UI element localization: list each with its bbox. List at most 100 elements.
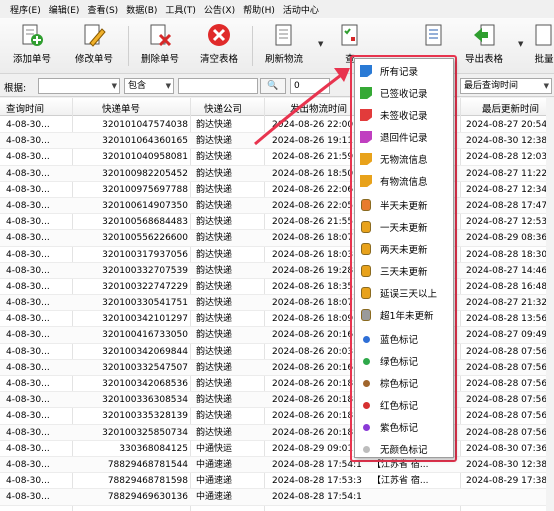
cell-courier: 中通快运 bbox=[196, 443, 233, 454]
menu-program[interactable]: 程序(E) bbox=[10, 3, 41, 16]
clear-table-button[interactable]: 清空表格 bbox=[189, 22, 249, 65]
cell-query-time: 4-08-30... bbox=[6, 120, 50, 130]
dropdown-item-label: 无颜色标记 bbox=[380, 445, 428, 456]
dropdown-item[interactable]: 蓝色标记 bbox=[359, 329, 453, 349]
table-row[interactable]: 4-08-30... 320100335328139 韵达快递 2024-08-26 … bbox=[0, 408, 554, 425]
menu-help[interactable]: 帮助(H) bbox=[243, 3, 275, 16]
cell-courier: 韵达快递 bbox=[196, 265, 233, 276]
dropdown-item-label: 超1年未更新 bbox=[380, 311, 434, 322]
export-dropdown-icon[interactable]: ▼ bbox=[518, 40, 523, 48]
red-dot bbox=[359, 398, 373, 412]
cell-last-update: 2024-08-27 20:54: bbox=[466, 120, 551, 130]
dropdown-item[interactable]: 已签收记录 bbox=[359, 83, 453, 103]
table-row[interactable]: 4-08-30... 320100332547507 韵达快递 2024-08-26 … bbox=[0, 359, 554, 376]
cell-last-update: 2024-08-28 12:03: bbox=[466, 152, 551, 163]
cell-last-update: 2024-08-27 11:22: bbox=[466, 168, 551, 179]
dropdown-item[interactable]: 退回件记录 bbox=[359, 127, 453, 147]
table-row[interactable]: 4-08-30... 320100322747229 韵达快递 2024-08-26 … bbox=[0, 279, 554, 296]
col-last-update[interactable]: 最后更新时间 bbox=[482, 101, 539, 115]
edit-button[interactable]: 修改单号 bbox=[64, 22, 124, 65]
dropdown-item[interactable]: 无颜色标记 bbox=[359, 439, 453, 459]
dropdown-item[interactable]: 紫色标记 bbox=[359, 417, 453, 437]
has-logistics-icon bbox=[359, 174, 373, 188]
add-button[interactable]: 添加单号 bbox=[2, 22, 62, 65]
table-row[interactable]: 4-08-30... 320100982205452 韵达快递 2024-08-26 … bbox=[0, 165, 554, 182]
table-row[interactable]: 4-08-30... 320100568684483 韵达快递 2024-08-26 … bbox=[0, 214, 554, 231]
cell-query-time: 4-08-30... bbox=[6, 281, 50, 292]
dropdown-item[interactable]: 未签收记录 bbox=[359, 105, 453, 125]
dropdown-item[interactable]: 三天未更新 bbox=[359, 261, 453, 281]
cell-courier: 韵达快递 bbox=[196, 184, 233, 195]
dropdown-item[interactable]: 棕色标记 bbox=[359, 373, 453, 393]
cell-courier: 韵达快递 bbox=[196, 200, 233, 211]
dropdown-item[interactable]: 无物流信息 bbox=[359, 149, 453, 169]
menu-view[interactable]: 查看(S) bbox=[87, 3, 118, 16]
all-records-icon bbox=[359, 64, 373, 78]
cell-courier: 中通速递 bbox=[196, 459, 233, 470]
filter-field-select[interactable]: ▼ bbox=[38, 78, 120, 94]
table-row[interactable]: 4-08-30... 78829468781598 中通速递 2024-08-28 1… bbox=[0, 473, 554, 490]
cell-send-time: 2024-08-26 22:06 bbox=[272, 184, 354, 195]
sort-by-select[interactable]: 最后查询时间 ▼ bbox=[460, 78, 552, 94]
dropdown-item[interactable]: 有物流信息 bbox=[359, 171, 453, 191]
filter-by-label: 根据: bbox=[4, 83, 27, 94]
dropdown-item[interactable]: 绿色标记 bbox=[359, 351, 453, 371]
table-row[interactable]: 4-08-30... 320100416733050 韵达快递 2024-08-26 … bbox=[0, 327, 554, 344]
dropdown-item[interactable]: 一天未更新 bbox=[359, 217, 453, 237]
dropdown-item-label: 一天未更新 bbox=[380, 223, 428, 234]
cell-courier: 韵达快递 bbox=[196, 281, 233, 292]
batch-icon bbox=[531, 22, 554, 48]
table-row[interactable]: 4-08-30... 320100342068536 韵达快递 2024-08-26 … bbox=[0, 376, 554, 393]
export-table-button[interactable]: 导出表格 bbox=[454, 22, 514, 65]
table-row[interactable]: 4-08-30... 320100975697788 韵达快递 2024-08-26 … bbox=[0, 182, 554, 198]
table-scrollbar[interactable] bbox=[546, 98, 554, 511]
cell-send-time: 2024-08-26 22:05 bbox=[272, 200, 354, 211]
cell-last-update: 2024-08-27 09:49: bbox=[466, 330, 551, 341]
menu-tools[interactable]: 工具(T) bbox=[165, 3, 196, 16]
cell-send-time: 2024-08-26 18:50 bbox=[272, 168, 354, 179]
blue-dot bbox=[359, 332, 373, 346]
cell-send-time: 2024-08-28 17:54:12 bbox=[272, 492, 362, 503]
cell-query-time: 4-08-30... bbox=[6, 492, 50, 503]
menu-notice[interactable]: 公告(X) bbox=[204, 3, 235, 16]
col-tracking-no[interactable]: 快递单号 bbox=[102, 101, 140, 115]
dropdown-item-label: 延误三天以上 bbox=[380, 289, 438, 300]
col-query-time[interactable]: 查询时间 bbox=[6, 101, 44, 115]
table-row[interactable]: 4-08-30... 320100614907350 韵达快递 2024-08-26 … bbox=[0, 197, 554, 215]
dropdown-item[interactable]: 两天未更新 bbox=[359, 239, 453, 259]
menu-data[interactable]: 数据(B) bbox=[126, 3, 157, 16]
table-row[interactable]: 4-08-30... 320100336308534 韵达快递 2024-08-26 … bbox=[0, 392, 554, 409]
cell-send-time: 2024-08-26 20:18 bbox=[272, 395, 354, 406]
table-row[interactable]: 4-08-30... 320100556226600 韵达快递 2024-08-26 … bbox=[0, 230, 554, 247]
table-row[interactable]: 4-08-30... 320100330541751 韵达快递 2024-08-26 … bbox=[0, 295, 554, 312]
dropdown-item-label: 有物流信息 bbox=[380, 177, 428, 188]
menu-edit[interactable]: 编辑(E) bbox=[49, 3, 80, 16]
menu-activity[interactable]: 活动中心 bbox=[283, 3, 319, 16]
delete-button[interactable]: 删除单号 bbox=[130, 22, 190, 65]
cell-courier: 韵达快递 bbox=[196, 168, 233, 179]
table-row[interactable]: 4-08-30... 320100332707539 韵达快递 2024-08-26 … bbox=[0, 262, 554, 279]
filter-keyword-input[interactable] bbox=[178, 78, 258, 94]
cell-tracking-no: 320100342101297 bbox=[102, 314, 188, 325]
dropdown-item[interactable]: 半天未更新 bbox=[359, 195, 453, 215]
table-row[interactable]: 4-08-30... 320100317937056 韵达快递 2024-08-26 … bbox=[0, 247, 554, 263]
table-row[interactable]: 4-08-30... 320100342101297 韵达快递 2024-08-26 … bbox=[0, 311, 554, 328]
dropdown-item[interactable]: 延误三天以上 bbox=[359, 283, 453, 303]
refresh-logistics-button[interactable]: 刷新物流 bbox=[254, 22, 314, 65]
table-row[interactable]: 4-08-30... 320100342069844 韵达快递 2024-08-26 … bbox=[0, 344, 554, 360]
dropdown-item[interactable]: 红色标记 bbox=[359, 395, 453, 415]
cell-courier: 韵达快递 bbox=[196, 411, 233, 422]
dropdown-item[interactable]: 超1年未更新 bbox=[359, 305, 453, 325]
cell-send-time: 2024-08-26 20:16 bbox=[272, 362, 354, 373]
table-row[interactable]: 4-08-30... 78829469630136 中通速递 2024-08-28 1… bbox=[0, 489, 554, 506]
none-dot bbox=[359, 442, 373, 456]
batch-button[interactable]: 批量 bbox=[524, 22, 554, 65]
table-row[interactable]: 4-08-30... 78829468781544 中通速递 2024-08-28 1… bbox=[0, 456, 554, 474]
cell-last-update: 2024-08-28 17:47: bbox=[466, 200, 551, 211]
cell-last-update: 2024-08-27 12:53: bbox=[466, 217, 551, 228]
table-row[interactable]: 4-08-30... 320100325850734 韵达快递 2024-08-26 … bbox=[0, 424, 554, 441]
filter-mode-select[interactable]: 包含 ▼ bbox=[124, 78, 174, 94]
col-courier[interactable]: 快递公司 bbox=[204, 101, 242, 115]
table-row[interactable]: 4-08-30... 330368084125 中通快运 2024-08-29 09:… bbox=[0, 441, 554, 457]
dropdown-item[interactable]: 所有记录 bbox=[359, 61, 453, 81]
